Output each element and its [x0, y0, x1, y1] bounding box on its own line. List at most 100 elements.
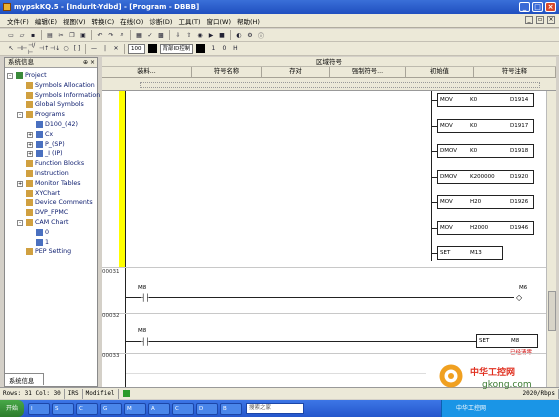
tree-item[interactable]: 1 [5, 238, 99, 248]
coil-icon[interactable]: ○ [61, 44, 71, 54]
tree-item[interactable]: + Cx [5, 130, 99, 140]
coil-icon[interactable]: ◇ [516, 293, 523, 302]
vertical-scrollbar[interactable] [546, 91, 556, 387]
panel-footer-tab[interactable]: 系统信息 [4, 373, 44, 385]
read-plc-icon[interactable]: ⇩ [173, 30, 183, 40]
no-contact-icon[interactable]: ┤├ [141, 294, 150, 302]
no-contact-icon[interactable]: ┤├ [141, 338, 150, 346]
tree-item[interactable]: Symbols Allocation [5, 81, 99, 91]
collapse-icon[interactable]: - [17, 219, 23, 226]
color-swatch[interactable] [147, 44, 157, 53]
menu-window[interactable]: 窗口(W) [203, 16, 234, 26]
num-c[interactable]: H [230, 44, 240, 54]
color-swatch-2[interactable] [196, 44, 206, 53]
num-a[interactable]: 1 [208, 44, 218, 54]
tree-item[interactable]: Instruction [5, 169, 99, 179]
menu-convert[interactable]: 转换(C) [89, 16, 118, 26]
tree-item[interactable]: Device Comments [5, 198, 99, 208]
mdi-minimize-icon[interactable]: _ [525, 16, 533, 24]
fall-contact-icon[interactable]: ⊣↓ [50, 44, 60, 54]
tree-item[interactable]: DVP_FPMC [5, 208, 99, 218]
col-load[interactable]: 装料... [102, 67, 192, 78]
taskbar-search[interactable]: 搜索之家 [246, 403, 304, 414]
hline-icon[interactable]: — [89, 44, 99, 54]
set-instruction[interactable]: SET M8 [476, 334, 538, 348]
mdi-close-icon[interactable]: × [547, 16, 555, 24]
tree-item[interactable]: PEP Setting [5, 247, 99, 257]
maximize-button[interactable]: □ [532, 2, 543, 12]
collapse-icon[interactable]: - [17, 112, 23, 119]
expand-icon[interactable]: + [27, 141, 33, 148]
setting-icon[interactable]: ⚙ [245, 30, 255, 40]
mdi-restore-icon[interactable]: ▫ [536, 16, 544, 24]
info-icon[interactable]: ⓘ [256, 30, 266, 40]
num-b[interactable]: 0 [219, 44, 229, 54]
instruction-box[interactable]: DMOV K0 D1918 [437, 144, 534, 158]
monitor-icon[interactable]: ◉ [195, 30, 205, 40]
undo-icon[interactable]: ↶ [95, 30, 105, 40]
open-file-icon[interactable]: ▱ [17, 30, 27, 40]
pin-icon[interactable]: ⊕ × [83, 58, 95, 67]
new-file-icon[interactable]: ▭ [6, 30, 16, 40]
tree-item[interactable]: + _I (IP) [5, 149, 99, 159]
compile-icon[interactable]: ▦ [134, 30, 144, 40]
menu-file[interactable]: 文件(F) [4, 16, 32, 26]
find-icon[interactable]: ⌕ [117, 30, 127, 40]
taskbar-task[interactable]: G [100, 402, 122, 415]
stop-icon[interactable]: ■ [217, 30, 227, 40]
tree-item[interactable]: Symbols Information [5, 91, 100, 101]
taskbar-task[interactable]: C [76, 402, 98, 415]
col-force[interactable]: 强制符号... [330, 67, 406, 78]
tree-item[interactable]: Function Blocks [5, 159, 99, 169]
instruction-box[interactable]: MOV H2000 D1946 [437, 220, 534, 235]
col-init-value[interactable]: 初始值 [406, 67, 474, 78]
tree-item[interactable]: + Monitor Tables [5, 179, 99, 189]
cut-icon[interactable]: ✂ [56, 30, 66, 40]
tree-item[interactable]: + P_(SP) [5, 140, 99, 150]
expand-icon[interactable]: + [27, 151, 33, 158]
taskbar-task[interactable]: I [28, 402, 50, 415]
no-contact-icon[interactable]: ⊣⊢ [17, 44, 27, 54]
expand-icon[interactable]: + [27, 131, 33, 138]
cursor-icon[interactable]: ↖ [6, 44, 16, 54]
menu-view[interactable]: 视图(V) [60, 16, 89, 26]
menu-diagnose[interactable]: 诊断(D) [146, 16, 175, 26]
tree-item[interactable]: 0 [5, 228, 99, 238]
redo-icon[interactable]: ↷ [106, 30, 116, 40]
taskbar-task[interactable]: B [220, 402, 242, 415]
tree-item[interactable]: XYChart [5, 189, 99, 199]
collapse-icon[interactable]: - [7, 73, 13, 79]
online-icon[interactable]: ◐ [234, 30, 244, 40]
tree-item[interactable]: - Programs [5, 110, 99, 120]
tree-item[interactable]: - Project [5, 71, 99, 81]
paste-icon[interactable]: ▣ [78, 30, 88, 40]
taskbar-task[interactable]: D [196, 402, 218, 415]
nc-contact-icon[interactable]: ⊣/⊢ [28, 42, 38, 56]
device-icon[interactable]: ▩ [156, 30, 166, 40]
taskbar-task[interactable]: M [124, 402, 146, 415]
menu-tools[interactable]: 工具(T) [175, 16, 203, 26]
instruction-box[interactable]: MOV K0 D1917 [437, 118, 534, 133]
scroll-thumb[interactable] [548, 291, 556, 331]
close-button[interactable]: × [545, 2, 556, 12]
taskbar-task[interactable]: A [148, 402, 170, 415]
menu-edit[interactable]: 编辑(E) [32, 16, 60, 26]
vline-icon[interactable]: | [100, 44, 110, 54]
taskbar-task[interactable]: S [52, 402, 74, 415]
menu-online[interactable]: 在线(O) [117, 16, 146, 26]
minimize-button[interactable]: _ [519, 2, 530, 12]
expand-icon[interactable]: + [17, 180, 23, 187]
col-symbol-name[interactable]: 符号名称 [192, 67, 262, 78]
instruction-box[interactable]: MOV H20 D1926 [437, 195, 534, 209]
ladder-editor[interactable]: MOV K0 D1914 MOV K0 D1917 DMOV K0 D1918 DMOV K2000… [102, 91, 546, 387]
instruction-box[interactable]: DMOV K200000 D1920 [437, 169, 534, 184]
start-button[interactable]: 开始 [0, 400, 24, 417]
run-icon[interactable]: ▶ [206, 30, 216, 40]
save-icon[interactable]: ▪ [28, 30, 38, 40]
print-icon[interactable]: ▤ [45, 30, 55, 40]
menu-help[interactable]: 帮助(H) [234, 16, 263, 26]
copy-icon[interactable]: ❐ [67, 30, 77, 40]
rise-contact-icon[interactable]: ⊣↑ [39, 44, 49, 54]
tree-item[interactable]: D100_(42) [5, 120, 99, 130]
instruction-icon[interactable]: [ ] [72, 44, 82, 54]
